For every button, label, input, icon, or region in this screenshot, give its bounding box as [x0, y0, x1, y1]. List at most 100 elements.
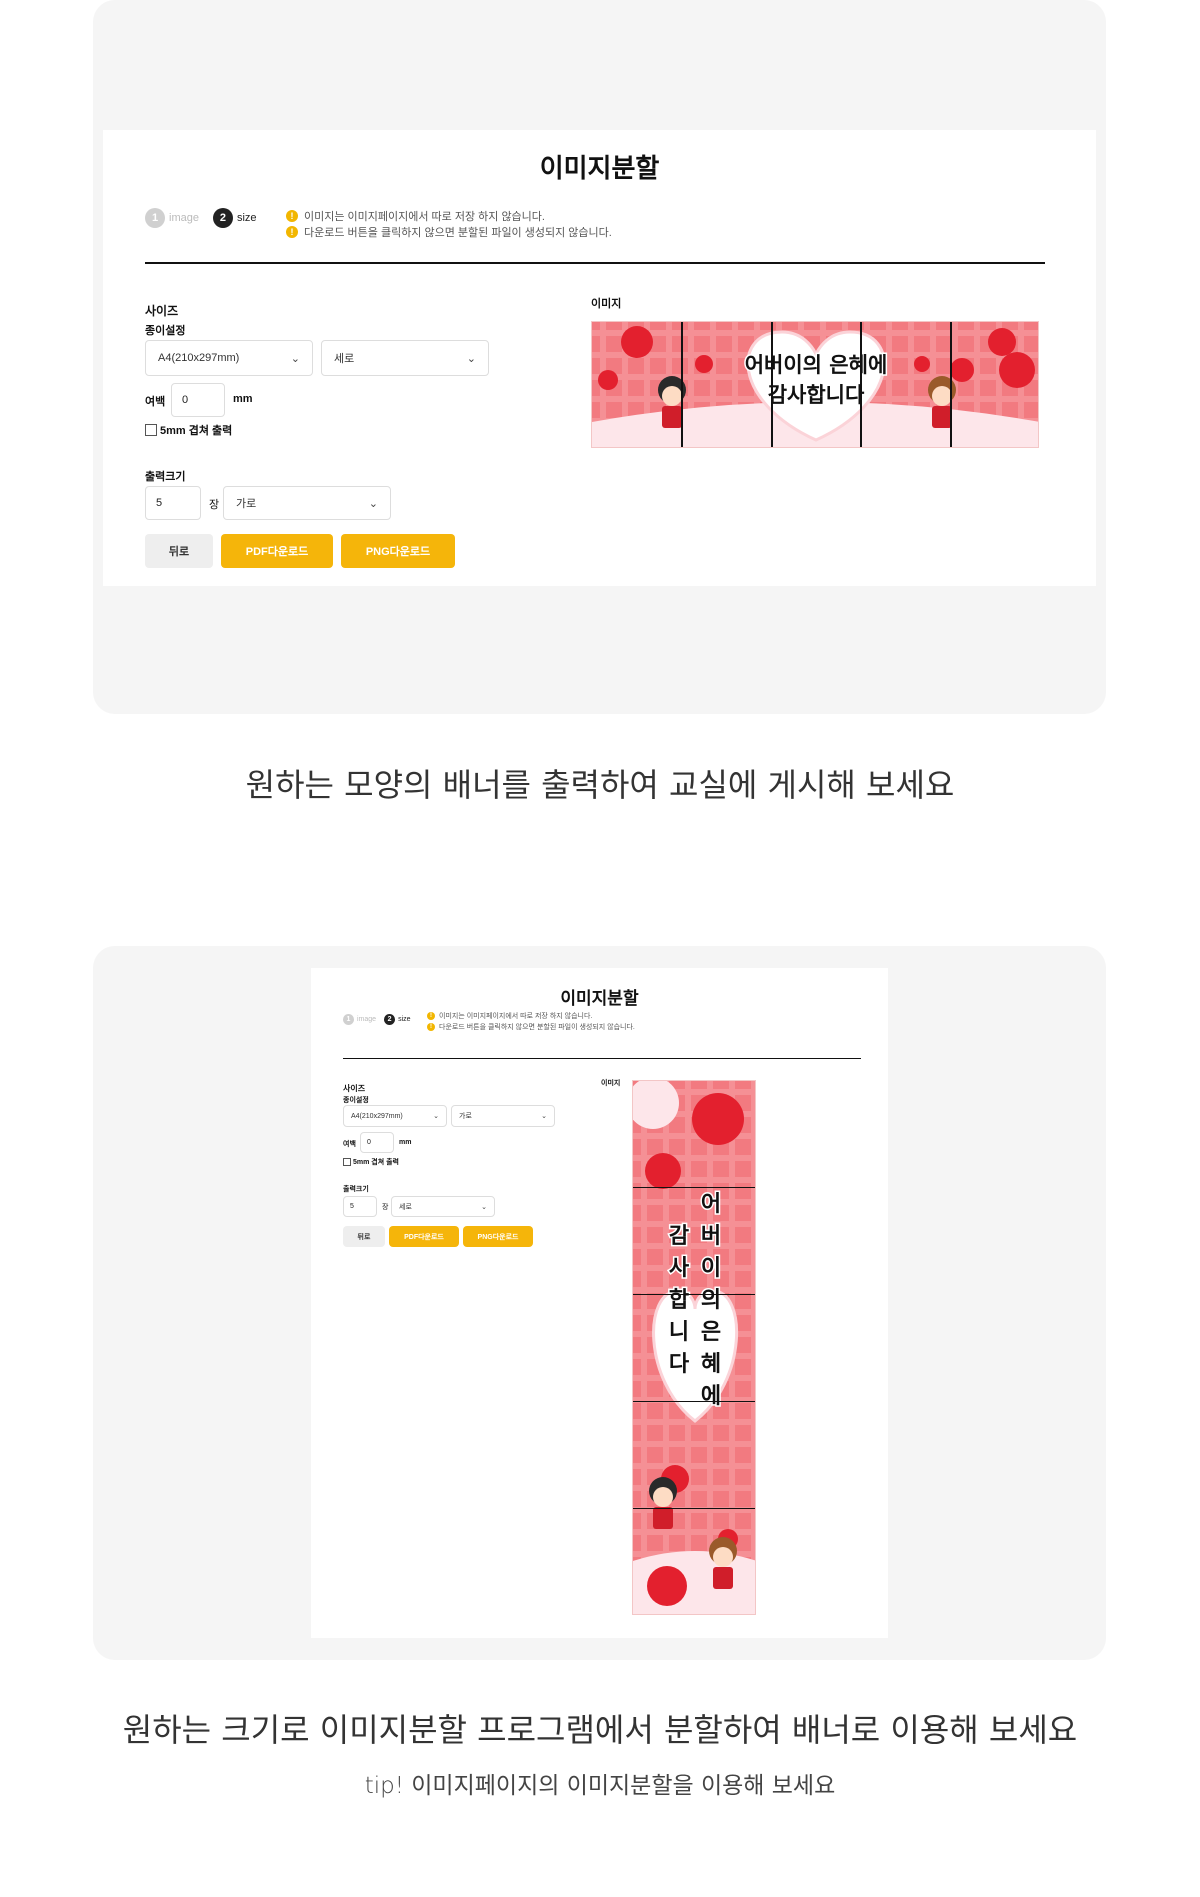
overlap-label: 5mm 겹쳐 출력 — [353, 1159, 399, 1166]
notice-text: 이미지는 이미지페이지에서 따로 저장 하지 않습니다. — [439, 1012, 593, 1020]
overlap-checkbox[interactable]: 5mm 겹쳐 출력 — [145, 422, 232, 438]
chevron-down-icon: ⌄ — [368, 497, 378, 510]
page-count-input[interactable]: 5 — [145, 486, 201, 520]
banner-vertical-char: 은 — [701, 1320, 721, 1345]
step-number: 2 — [384, 1014, 396, 1025]
png-download-button[interactable]: PNG다운로드 — [463, 1226, 533, 1247]
direction-value: 세로 — [399, 1203, 412, 1211]
paper-size-select[interactable]: A4(210x297mm) ⌄ — [145, 340, 313, 376]
step-indicator: 1 image 2 size — [343, 1014, 411, 1025]
banner-vertical-char: 니 — [669, 1320, 689, 1345]
back-button[interactable]: 뒤로 — [343, 1226, 385, 1247]
orientation-select[interactable]: 세로 ⌄ — [321, 340, 489, 376]
step-label: image — [169, 212, 199, 224]
direction-value: 가로 — [236, 498, 257, 510]
page-count-value: 5 — [156, 497, 163, 509]
banner-artwork: 어버이의은혜에 감사합니다 — [633, 1081, 755, 1614]
notice-text: 다운로드 버튼을 클릭하지 않으면 분할된 파일이 생성되지 않습니다. — [304, 227, 612, 239]
split-line — [633, 1187, 755, 1188]
banner-text-line1: 어버이의 은혜에 — [745, 353, 888, 377]
orientation-value: 세로 — [334, 353, 355, 365]
output-size-heading: 출력크기 — [145, 471, 186, 483]
split-line — [950, 322, 952, 447]
page-count-unit: 장 — [382, 1204, 389, 1211]
banner-vertical-char: 에 — [701, 1384, 721, 1409]
png-download-button[interactable]: PNG다운로드 — [341, 534, 455, 568]
page-title: 이미지분할 — [539, 153, 660, 183]
orientation-select[interactable]: 가로 ⌄ — [451, 1105, 555, 1127]
screenshot-panel-1: 이미지분할 1 image 2 size ! 이미지는 이미지페이지에서 따로 … — [93, 0, 1106, 714]
warning-icon: ! — [286, 226, 298, 238]
split-line — [633, 1508, 755, 1509]
margin-unit: mm — [233, 393, 253, 405]
margin-value: 0 — [367, 1139, 371, 1146]
back-button[interactable]: 뒤로 — [145, 534, 213, 568]
notice-list: ! 이미지는 이미지페이지에서 따로 저장 하지 않습니다. ! 다운로드 버튼… — [427, 1010, 635, 1032]
pdf-download-button[interactable]: PDF다운로드 — [389, 1226, 459, 1247]
warning-icon: ! — [286, 210, 298, 222]
pdf-download-button[interactable]: PDF다운로드 — [221, 534, 333, 568]
caption-tip: tip! 이미지페이지의 이미지분할을 이용해 보세요 — [364, 1773, 836, 1799]
caption-banner-print: 원하는 모양의 배너를 출력하여 교실에 게시해 보세요 — [245, 766, 955, 804]
step-label: image — [357, 1016, 377, 1023]
split-line — [681, 322, 683, 447]
checkbox-icon[interactable] — [343, 1158, 351, 1166]
chevron-down-icon: ⌄ — [433, 1113, 439, 1120]
notice-item: ! 이미지는 이미지페이지에서 따로 저장 하지 않습니다. — [427, 1010, 635, 1021]
paper-label: 종이설정 — [145, 325, 186, 337]
direction-select[interactable]: 세로 ⌄ — [391, 1196, 495, 1217]
caption-split-program: 원하는 크기로 이미지분할 프로그램에서 분할하여 배너로 이용해 보세요 — [122, 1711, 1078, 1749]
paper-label: 종이설정 — [343, 1097, 369, 1104]
banner-vertical-char: 합 — [669, 1287, 689, 1313]
orientation-value: 가로 — [459, 1113, 472, 1120]
chevron-down-icon: ⌄ — [481, 1203, 487, 1211]
banner-text-line2: 감사합니다 — [768, 383, 865, 407]
step-image[interactable]: 1 image — [343, 1014, 384, 1025]
step-size[interactable]: 2 size — [212, 208, 257, 228]
step-label: size — [236, 212, 257, 224]
banner-vertical-char: 다 — [669, 1352, 690, 1377]
overlap-checkbox[interactable]: 5mm 겹쳐 출력 — [343, 1157, 399, 1167]
banner-preview: 어버이의 은혜에 감사합니다 — [591, 321, 1039, 448]
page-count-value: 5 — [350, 1203, 354, 1210]
paper-size-value: A4(210x297mm) — [351, 1112, 403, 1120]
page-count-input[interactable]: 5 — [343, 1196, 377, 1217]
notice-text: 이미지는 이미지페이지에서 따로 저장 하지 않습니다. — [304, 211, 545, 223]
margin-input[interactable]: 0 — [360, 1132, 394, 1153]
screenshot-panel-2: 이미지분할 1 image 2 size ! 이미지는 이미지페이지에서 따로 … — [93, 946, 1106, 1660]
margin-unit: mm — [399, 1139, 412, 1146]
banner-vertical-char: 이 — [701, 1256, 721, 1281]
page-count-unit: 장 — [209, 499, 220, 511]
paper-size-value: A4(210x297mm) — [158, 352, 240, 364]
step-indicator: 1 image 2 size — [145, 208, 257, 228]
banner-vertical-char: 혜 — [701, 1352, 721, 1377]
margin-input[interactable]: 0 — [171, 383, 225, 417]
notice-item: ! 다운로드 버튼을 클릭하지 않으면 분할된 파일이 생성되지 않습니다. — [286, 224, 612, 240]
paper-size-select[interactable]: A4(210x297mm) ⌄ — [343, 1105, 447, 1127]
banner-preview: 어버이의은혜에 감사합니다 — [632, 1080, 756, 1615]
step-number: 1 — [145, 208, 165, 228]
split-line — [771, 322, 773, 447]
step-number: 1 — [343, 1014, 354, 1025]
banner-vertical-text-right: 어버이의은혜에 — [699, 1191, 722, 1411]
notice-item: ! 다운로드 버튼을 클릭하지 않으면 분할된 파일이 생성되지 않습니다. — [427, 1021, 635, 1032]
direction-select[interactable]: 가로 ⌄ — [223, 486, 391, 520]
banner-artwork: 어버이의 은혜에 감사합니다 — [592, 322, 1038, 447]
output-size-heading: 출력크기 — [343, 1186, 369, 1193]
chevron-down-icon: ⌄ — [541, 1113, 547, 1120]
step-image[interactable]: 1 image — [145, 208, 213, 228]
chevron-down-icon: ⌄ — [290, 352, 300, 365]
header-divider — [343, 1058, 861, 1059]
banner-vertical-char: 의 — [701, 1288, 721, 1313]
image-split-card: 이미지분할 1 image 2 size ! 이미지는 이미지페이지에서 따로 … — [103, 130, 1096, 586]
header-divider — [145, 262, 1045, 264]
page-title: 이미지분할 — [560, 989, 639, 1008]
image-split-card: 이미지분할 1 image 2 size ! 이미지는 이미지페이지에서 따로 … — [311, 968, 888, 1638]
split-line — [633, 1294, 755, 1295]
split-line — [860, 322, 862, 447]
checkbox-icon[interactable] — [145, 424, 157, 436]
image-heading: 이미지 — [601, 1080, 621, 1087]
margin-label: 여백 — [145, 396, 166, 408]
step-size[interactable]: 2 size — [384, 1014, 411, 1025]
image-heading: 이미지 — [591, 298, 622, 310]
